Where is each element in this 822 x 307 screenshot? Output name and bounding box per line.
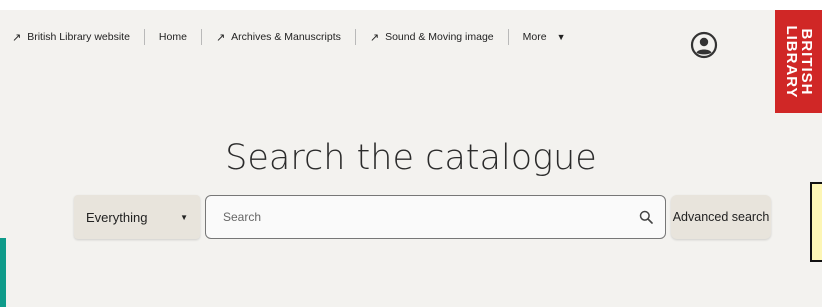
search-input[interactable]	[221, 209, 639, 225]
search-scope-dropdown[interactable]: Everything ▼	[74, 195, 200, 239]
nav-link-archives-manuscripts[interactable]: ↗ Archives & Manuscripts	[216, 31, 341, 44]
external-link-arrow-icon: ↗	[369, 31, 380, 44]
search-box	[205, 195, 666, 239]
accent-bar	[0, 238, 6, 307]
search-scope-selected: Everything	[86, 209, 148, 225]
nav-link-label: Archives & Manuscripts	[231, 31, 341, 43]
nav-link-label: Home	[158, 31, 187, 43]
nav-more-menu[interactable]: More ▼	[523, 31, 566, 43]
external-link-arrow-icon: ↗	[215, 31, 226, 44]
nav-link-sound-moving-image[interactable]: ↗ Sound & Moving image	[370, 31, 494, 44]
nav-link-british-library-website[interactable]: ↗ British Library website	[12, 31, 130, 44]
external-link-arrow-icon: ↗	[12, 31, 22, 44]
nav-divider	[354, 29, 356, 45]
nav-link-label: British Library website	[27, 31, 130, 43]
caret-down-icon: ▼	[556, 32, 566, 42]
nav-link-label: Sound & Moving image	[385, 31, 494, 43]
nav-link-label: More	[522, 31, 547, 43]
account-button[interactable]	[690, 31, 718, 59]
logo-line-2: LIBRARY	[782, 24, 800, 99]
page-title: Search the catalogue	[225, 138, 597, 178]
top-strip	[0, 0, 822, 10]
logo-wordmark: BRITISH LIBRARY	[782, 24, 815, 99]
caret-down-icon: ▼	[180, 212, 188, 222]
advanced-search-button[interactable]: Advanced search	[671, 195, 771, 239]
top-navigation: ↗ British Library website Home ↗ Archive…	[12, 28, 566, 46]
side-notice-edge[interactable]	[810, 182, 822, 262]
nav-divider	[507, 29, 509, 45]
logo-line-1: BRITISH	[797, 27, 815, 95]
british-library-logo[interactable]: BRITISH LIBRARY	[775, 10, 822, 113]
nav-divider	[143, 29, 145, 45]
nav-link-home[interactable]: Home	[159, 31, 187, 43]
account-circle-icon	[690, 31, 718, 59]
nav-divider	[200, 29, 202, 45]
search-icon[interactable]	[639, 210, 653, 224]
